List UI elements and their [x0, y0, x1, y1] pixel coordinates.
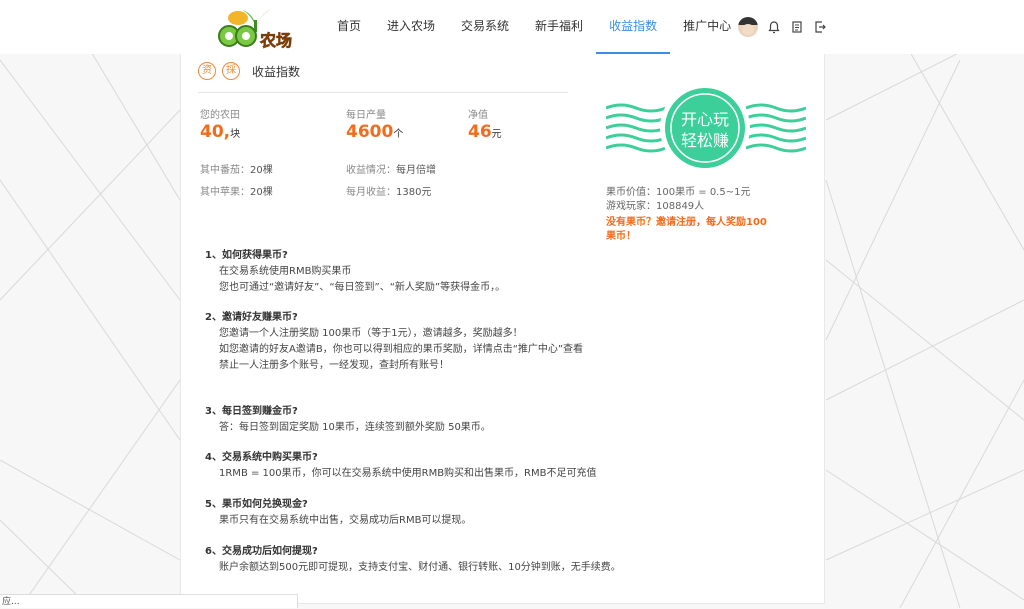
main-nav: 首页 进入农场 交易系统 新手福利 收益指数 推广中心 [324, 0, 744, 54]
faq-item: 3、每日签到赚金币? 答：每日签到固定奖励 10果币，连续签到额外奖励 50果币… [205, 404, 625, 436]
nav-trade-system[interactable]: 交易系统 [448, 0, 522, 54]
svg-text:开心玩: 开心玩 [681, 110, 729, 129]
apple-count: 其中苹果：20棵 [200, 187, 273, 198]
site-logo[interactable]: 农场 [212, 4, 300, 50]
net-value-label: 净值 [468, 110, 488, 121]
avatar[interactable] [738, 17, 758, 37]
faq-question: 3、每日签到赚金币? [205, 406, 298, 417]
faq-answer: 答：每日签到固定奖励 10果币，连续签到额外奖励 50果币。 [219, 422, 491, 433]
faq-answer: 禁止一人注册多个账号，一经发现，查封所有账号！ [219, 360, 449, 371]
faq-answer: 您也可通过“邀请好友”、“每日签到”、“新人奖励”等获得金币，。 [219, 282, 506, 293]
exit-icon[interactable] [813, 20, 827, 34]
nav-promotion-center[interactable]: 推广中心 [670, 0, 744, 54]
nav-income-index[interactable]: 收益指数 [596, 0, 671, 54]
faq-question: 5、果币如何兑换现金? [205, 499, 308, 510]
faq-answer: 1RMB = 100果币，你可以在交易系统中使用RMB购买和出售果币，RMB不足… [219, 468, 597, 479]
daily-output-value: 4600个 [346, 122, 404, 142]
player-count: 游戏玩家：108849人 [606, 201, 705, 212]
browser-status-bar: 应... [0, 594, 298, 608]
faq-question: 1、如何获得果币? [205, 250, 288, 261]
faq-item: 5、果币如何兑换现金? 果币只有在交易系统中出售，交易成功后RMB可以提现。 [205, 497, 625, 529]
svg-text:农场: 农场 [259, 31, 292, 50]
divider [198, 92, 568, 93]
tomato-count: 其中番茄：20棵 [200, 165, 273, 176]
faq-item: 1、如何获得果币? 在交易系统使用RMB购买果币 您也可通过“邀请好友”、“每日… [205, 248, 625, 296]
panel-title: 收益指数 [252, 64, 301, 79]
faq-item: 2、邀请好友赚果币? 您邀请一个人注册奖励 100果币（等于1元），邀请越多，奖… [205, 310, 625, 374]
monthly-income: 每月收益：1380元 [346, 187, 432, 198]
faq-question: 4、交易系统中购买果币? [205, 452, 318, 463]
tag-pick[interactable]: 採 [222, 62, 240, 80]
faq-answer: 账户余额达到500元即可提现，支持支付宝、财付通、银行转账、10分钟到账，无手续… [219, 562, 621, 573]
faq-answer: 您邀请一个人注册奖励 100果币（等于1元），邀请越多，奖励越多！ [219, 328, 523, 339]
svg-text:轻松赚: 轻松赚 [681, 131, 729, 150]
panel-tabs: 资 採 收益指数 [198, 62, 300, 80]
income-status: 收益情况：每月倍增 [346, 165, 436, 176]
daily-output-label: 每日产量 [346, 110, 386, 121]
faq-item: 6、交易成功后如何提现? 账户余额达到500元即可提现，支持支付宝、财付通、银行… [205, 544, 625, 576]
farmland-value: 40,块 [200, 122, 241, 142]
coin-value: 果币价值：100果币 = 0.5~1元 [606, 187, 751, 198]
header-toolbar [738, 17, 827, 37]
side-info: 开心玩 轻松赚 果币价值：100果币 = 0.5~1元 游戏玩家：108849人… [605, 80, 807, 244]
faq-answer: 在交易系统使用RMB购买果币 [219, 266, 352, 277]
invite-promo[interactable]: 没有果币？邀请注册，每人奖励100果币！ [606, 216, 776, 244]
top-header: 农场 首页 进入农场 交易系统 新手福利 收益指数 推广中心 [0, 0, 1024, 54]
farmland-label: 您的农田 [200, 110, 240, 121]
net-value: 46元 [468, 122, 502, 142]
nav-home[interactable]: 首页 [324, 0, 374, 54]
faq-question: 2、邀请好友赚果币? [205, 312, 298, 323]
stamp-badge: 开心玩 轻松赚 [605, 83, 807, 173]
faq-answer: 果币只有在交易系统中出售，交易成功后RMB可以提现。 [219, 515, 472, 526]
faq-question: 6、交易成功后如何提现? [205, 546, 318, 557]
faq-item: 4、交易系统中购买果币? 1RMB = 100果币，你可以在交易系统中使用RMB… [205, 450, 625, 482]
document-icon[interactable] [790, 20, 804, 34]
bell-icon[interactable] [767, 20, 781, 34]
nav-enter-farm[interactable]: 进入农场 [374, 0, 448, 54]
tag-asset[interactable]: 资 [198, 62, 216, 80]
nav-newbie-benefits[interactable]: 新手福利 [522, 0, 596, 54]
faq-answer: 如您邀请的好友A邀请B，你也可以得到相应的果币奖励，详情点击“推广中心”查看 [219, 344, 584, 355]
